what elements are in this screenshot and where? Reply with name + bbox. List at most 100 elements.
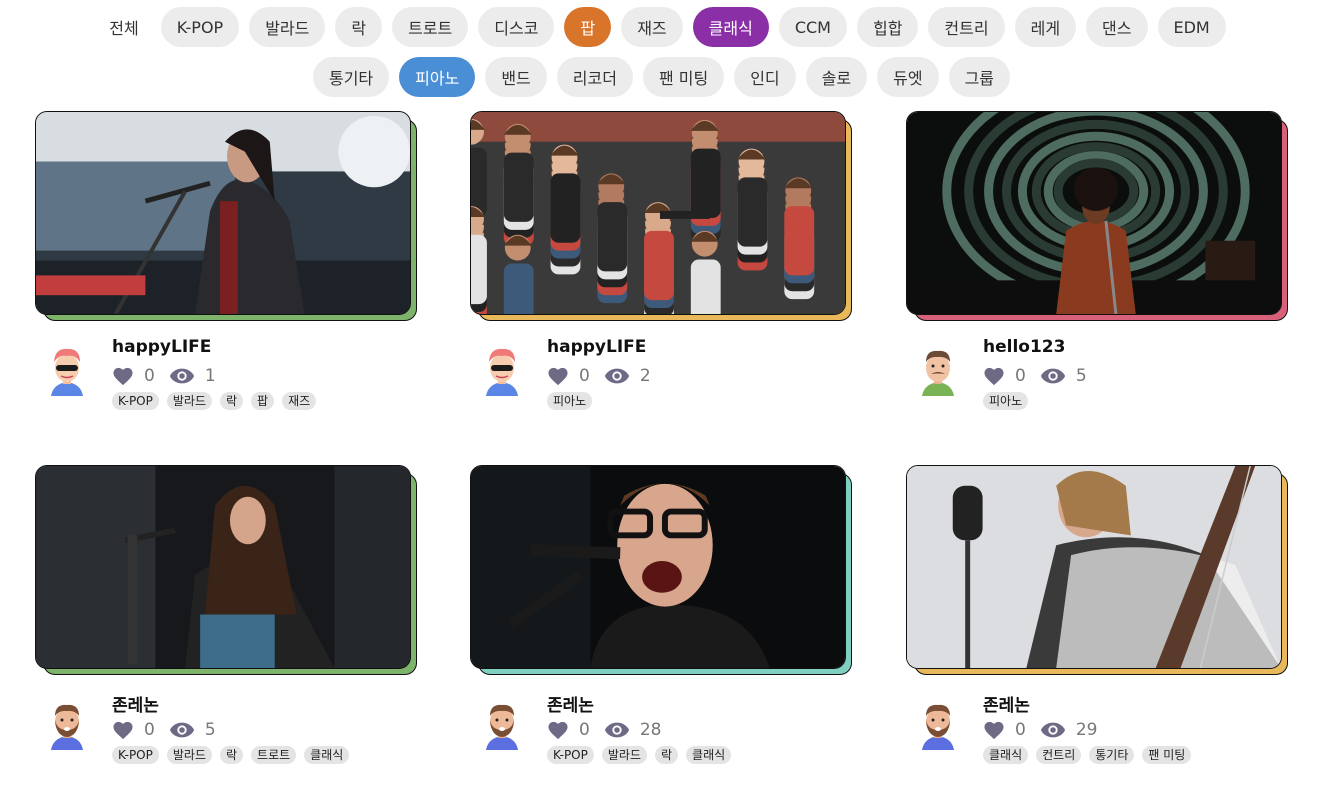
username[interactable]: hello123 xyxy=(983,337,1065,357)
genre-tag[interactable]: 클래식 xyxy=(304,746,350,764)
genre-tag[interactable]: K-POP xyxy=(112,746,159,764)
video-card[interactable]: 존레논 0 28 K-POP 발라드 락 클래식 xyxy=(470,465,852,795)
view-count: 1 xyxy=(204,366,216,386)
video-card[interactable]: hello123 0 5 피아노 xyxy=(906,111,1288,441)
heart-icon[interactable] xyxy=(112,366,134,386)
genre-tag[interactable]: 팬 미팅 xyxy=(1142,746,1192,764)
card-stats: 0 5 xyxy=(112,720,226,740)
filter-chip-indie[interactable]: 인디 xyxy=(734,57,796,97)
avatar[interactable] xyxy=(918,700,958,750)
tag-list: 피아노 xyxy=(983,392,1029,410)
genre-tag[interactable]: 트로트 xyxy=(251,746,297,764)
filter-chip-duet[interactable]: 듀엣 xyxy=(877,57,939,97)
video-thumbnail[interactable] xyxy=(35,111,411,315)
thumbnail-frame[interactable] xyxy=(470,465,852,677)
heart-icon[interactable] xyxy=(983,720,1005,740)
filter-chip-disco[interactable]: 디스코 xyxy=(478,7,555,47)
avatar[interactable] xyxy=(482,346,522,396)
like-count: 0 xyxy=(144,720,155,740)
avatar[interactable] xyxy=(47,346,87,396)
card-stats: 0 1 xyxy=(112,366,226,386)
genre-tag[interactable]: 팝 xyxy=(251,392,275,410)
filter-chip-pop[interactable]: 팝 xyxy=(564,7,612,47)
genre-tag[interactable]: K-POP xyxy=(547,746,594,764)
filter-chip-all[interactable]: 전체 xyxy=(97,7,150,47)
username[interactable]: 존레논 xyxy=(547,691,594,716)
avatar[interactable] xyxy=(47,700,87,750)
tag-list: 피아노 xyxy=(547,392,593,410)
genre-tag[interactable]: 피아노 xyxy=(983,392,1029,410)
username[interactable]: happyLIFE xyxy=(112,337,211,357)
video-thumbnail[interactable] xyxy=(906,111,1282,315)
filter-chip-solo[interactable]: 솔로 xyxy=(805,57,868,97)
filter-chip-hiphop[interactable]: 힙합 xyxy=(856,7,919,47)
filter-chip-acoustic-guitar[interactable]: 통기타 xyxy=(312,57,390,97)
heart-icon[interactable] xyxy=(547,366,569,386)
filter-chip-band[interactable]: 밴드 xyxy=(485,57,547,97)
filter-chip-reggae[interactable]: 레게 xyxy=(1014,7,1077,47)
video-thumbnail[interactable] xyxy=(470,465,846,669)
card-stats: 0 5 xyxy=(983,366,1097,386)
genre-tag[interactable]: 락 xyxy=(219,746,244,764)
video-thumbnail[interactable] xyxy=(906,465,1282,669)
view-count: 5 xyxy=(204,720,216,740)
thumbnail-frame[interactable] xyxy=(906,111,1288,323)
genre-tag[interactable]: 통기타 xyxy=(1089,746,1135,764)
video-thumbnail[interactable] xyxy=(470,111,846,315)
filter-chip-rock[interactable]: 락 xyxy=(335,7,383,47)
username[interactable]: 존레논 xyxy=(983,691,1030,716)
filter-chip-classical[interactable]: 클래식 xyxy=(692,7,769,47)
genre-tag[interactable]: 클래식 xyxy=(686,746,732,764)
genre-tag[interactable]: 컨트리 xyxy=(1036,746,1082,764)
filter-chip-jazz[interactable]: 재즈 xyxy=(621,7,683,47)
genre-tag[interactable]: K-POP xyxy=(112,392,159,410)
genre-tag[interactable]: 피아노 xyxy=(547,392,593,410)
genre-tag[interactable]: 락 xyxy=(654,746,679,764)
filter-chip-country[interactable]: 컨트리 xyxy=(928,7,1005,47)
genre-tag[interactable]: 발라드 xyxy=(601,746,647,764)
genre-tag[interactable]: 클래식 xyxy=(983,746,1029,764)
video-card[interactable]: happyLIFE 0 1 K-POP 발라드 락 팝 재즈 xyxy=(35,111,417,441)
filter-chip-ballad[interactable]: 발라드 xyxy=(249,7,326,47)
genre-tag[interactable]: 발라드 xyxy=(166,392,212,410)
eye-icon xyxy=(169,721,195,739)
like-count: 0 xyxy=(579,720,590,740)
card-stats: 0 28 xyxy=(547,720,671,740)
username[interactable]: happyLIFE xyxy=(547,337,646,357)
like-count: 0 xyxy=(1015,720,1026,740)
video-card[interactable]: 존레논 0 29 클래식 컨트리 통기타 팬 미팅 xyxy=(906,465,1288,795)
filter-chip-fan-meeting[interactable]: 팬 미팅 xyxy=(642,57,725,97)
card-stats: 0 2 xyxy=(547,366,661,386)
filter-chip-ccm[interactable]: CCM xyxy=(778,7,847,47)
thumbnail-frame[interactable] xyxy=(470,111,852,323)
video-card[interactable]: 존레논 0 5 K-POP 발라드 락 트로트 클래식 xyxy=(35,465,417,795)
thumbnail-frame[interactable] xyxy=(35,111,417,323)
view-count: 2 xyxy=(639,366,651,386)
heart-icon[interactable] xyxy=(112,720,134,740)
filter-chip-kpop[interactable]: K-POP xyxy=(160,7,240,47)
eye-icon xyxy=(604,367,630,385)
heart-icon[interactable] xyxy=(547,720,569,740)
video-card[interactable]: happyLIFE 0 2 피아노 xyxy=(470,111,852,441)
username[interactable]: 존레논 xyxy=(112,691,159,716)
video-thumbnail[interactable] xyxy=(35,465,411,669)
tag-list: K-POP 발라드 락 팝 재즈 xyxy=(112,392,317,410)
filter-chip-recorder[interactable]: 리코더 xyxy=(556,57,633,97)
tag-list: 클래식 컨트리 통기타 팬 미팅 xyxy=(983,746,1192,764)
eye-icon xyxy=(1040,367,1066,385)
genre-tag[interactable]: 발라드 xyxy=(166,746,212,764)
thumbnail-frame[interactable] xyxy=(906,465,1288,677)
heart-icon[interactable] xyxy=(983,366,1005,386)
genre-tag[interactable]: 재즈 xyxy=(282,392,317,410)
filter-chip-edm[interactable]: EDM xyxy=(1157,7,1226,47)
eye-icon xyxy=(604,721,630,739)
filter-chip-group[interactable]: 그룹 xyxy=(948,57,1011,97)
avatar[interactable] xyxy=(482,700,522,750)
filter-chip-trot[interactable]: 트로트 xyxy=(392,7,469,47)
filter-chip-dance[interactable]: 댄스 xyxy=(1086,7,1148,47)
thumbnail-frame[interactable] xyxy=(35,465,417,677)
card-stats: 0 29 xyxy=(983,720,1107,740)
filter-chip-piano[interactable]: 피아노 xyxy=(399,57,476,97)
genre-tag[interactable]: 락 xyxy=(219,392,244,410)
avatar[interactable] xyxy=(918,346,958,396)
